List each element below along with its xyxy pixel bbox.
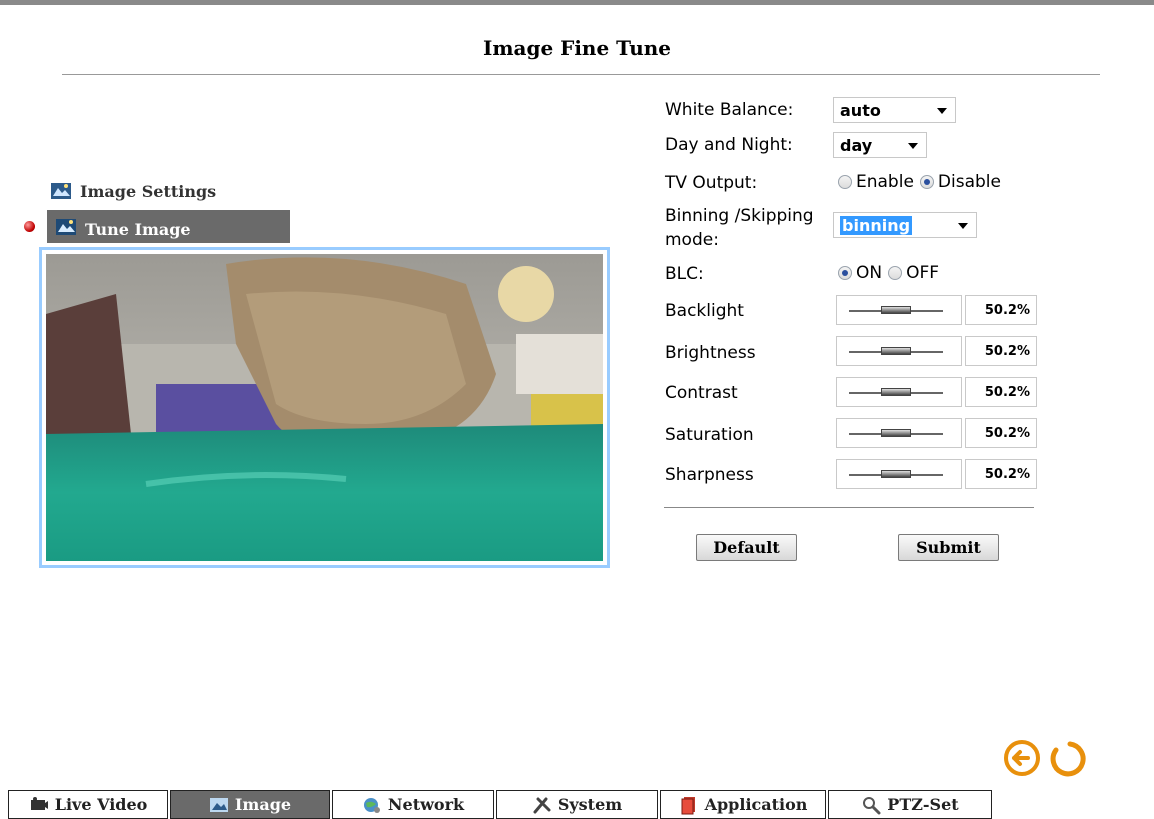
saturation-slider[interactable]: [836, 418, 962, 448]
tab-image[interactable]: Image: [170, 790, 330, 819]
saturation-value: 50.2%: [965, 418, 1037, 448]
ptz-set-icon: [863, 796, 881, 814]
application-icon: [681, 796, 695, 814]
tv-output-enable-radio[interactable]: [838, 175, 852, 189]
backlight-slider[interactable]: [836, 295, 962, 325]
tv-output-label: TV Output:: [665, 173, 758, 193]
video-preview: [39, 247, 610, 568]
tune-image-icon: [55, 217, 77, 237]
saturation-label: Saturation: [665, 425, 754, 445]
tab-live-video[interactable]: Live Video: [8, 790, 168, 819]
sharpness-slider[interactable]: [836, 459, 962, 489]
binning-label-mode: mode:: [665, 230, 719, 250]
blc-off-label: OFF: [906, 263, 940, 283]
backlight-label: Backlight: [665, 301, 744, 321]
tab-application[interactable]: Application: [660, 790, 826, 819]
sharpness-label: Sharpness: [665, 465, 754, 485]
chevron-down-icon: [908, 143, 918, 149]
live-video-icon: [30, 796, 48, 810]
blc-on-radio[interactable]: [838, 266, 852, 280]
contrast-slider[interactable]: [836, 377, 962, 407]
day-night-label: Day and Night:: [665, 135, 793, 155]
blc-off-radio[interactable]: [888, 266, 903, 280]
blc-radio-group: ON OFF: [836, 263, 939, 283]
contrast-label: Contrast: [665, 383, 738, 403]
back-arrow-icon[interactable]: [1002, 738, 1042, 778]
slider-handle[interactable]: [881, 347, 911, 355]
refresh-icon[interactable]: [1046, 738, 1086, 778]
blc-label: BLC:: [665, 264, 704, 284]
slider-handle[interactable]: [881, 470, 911, 478]
selected-bullet-icon: [24, 221, 35, 232]
title-divider: [62, 74, 1100, 75]
backlight-value: 50.2%: [965, 295, 1037, 325]
camera-image: [46, 254, 603, 561]
brightness-slider[interactable]: [836, 336, 962, 366]
tab-network[interactable]: Network: [332, 790, 494, 819]
system-icon: [533, 797, 551, 813]
tv-output-enable-label: Enable: [856, 172, 914, 192]
slider-handle[interactable]: [881, 306, 911, 314]
white-balance-label: White Balance:: [665, 100, 794, 120]
tv-output-disable-radio[interactable]: [919, 175, 934, 189]
tv-output-radio-group: Enable Disable: [836, 172, 1001, 192]
bottom-tab-bar: Live Video Image Network System Applicat…: [0, 790, 1154, 819]
image-settings-icon: [50, 181, 72, 201]
menu-label-tune-image: Tune Image: [85, 219, 191, 239]
slider-handle[interactable]: [881, 429, 911, 437]
menu-item-image-settings[interactable]: Image Settings: [50, 178, 216, 204]
menu-label-image-settings: Image Settings: [80, 181, 217, 201]
network-icon: [363, 797, 380, 813]
form-divider: [664, 507, 1034, 508]
white-balance-select[interactable]: auto: [833, 97, 956, 123]
brightness-value: 50.2%: [965, 336, 1037, 366]
tab-system[interactable]: System: [496, 790, 658, 819]
brightness-label: Brightness: [665, 343, 756, 363]
default-button[interactable]: Default: [696, 534, 797, 561]
blc-on-label: ON: [856, 263, 883, 283]
slider-handle[interactable]: [881, 388, 911, 396]
menu-item-tune-image[interactable]: Tune Image: [47, 210, 290, 243]
contrast-value: 50.2%: [965, 377, 1037, 407]
tab-ptz-set[interactable]: PTZ-Set: [828, 790, 992, 819]
binning-mode-select[interactable]: binning: [833, 212, 977, 238]
page-title: Image Fine Tune: [482, 36, 672, 60]
binning-label: Binning /Skipping: [665, 206, 814, 226]
day-night-select[interactable]: day: [833, 132, 927, 158]
image-icon: [209, 797, 228, 812]
top-rule: [0, 0, 1154, 5]
tv-output-disable-label: Disable: [937, 172, 1001, 192]
sharpness-value: 50.2%: [965, 459, 1037, 489]
chevron-down-icon: [958, 223, 968, 229]
chevron-down-icon: [937, 108, 947, 114]
submit-button[interactable]: Submit: [898, 534, 999, 561]
